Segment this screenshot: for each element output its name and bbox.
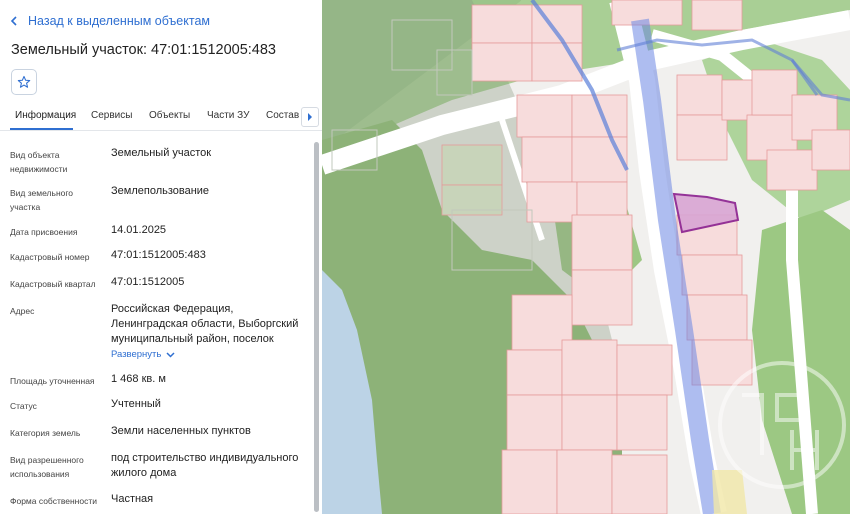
detail-value: 1 468 кв. м — [111, 373, 166, 385]
back-link-label: Назад к выделенным объектам — [28, 14, 210, 28]
map-canvas[interactable] — [322, 0, 850, 514]
chevron-down-icon — [166, 351, 175, 358]
expand-label: Развернуть — [111, 349, 162, 360]
scrollbar-thumb[interactable] — [314, 142, 319, 512]
detail-label: Дата присвоения — [10, 227, 78, 237]
detail-label: Кадастровый квартал — [10, 279, 96, 289]
detail-value: 14.01.2025 — [111, 224, 167, 236]
active-tab-indicator — [10, 128, 73, 130]
tab-composition[interactable]: Состав — [266, 110, 299, 121]
detail-label: Форма собственности — [10, 496, 97, 506]
map-view[interactable] — [322, 0, 850, 514]
chevron-right-icon — [308, 113, 312, 121]
detail-label: Вид земельного участка — [10, 188, 74, 212]
tab-objects[interactable]: Объекты — [149, 110, 190, 121]
detail-value: Земельный участок — [111, 147, 212, 159]
favorite-button[interactable] — [11, 69, 37, 95]
detail-value: 47:01:1512005:483 — [111, 249, 206, 261]
detail-value: 47:01:1512005 — [111, 276, 185, 288]
detail-label: Площадь уточненная — [10, 376, 95, 386]
detail-label: Категория земель — [10, 428, 81, 438]
star-icon — [17, 75, 31, 88]
address-value: Российская Федерация, Ленинградская обла… — [111, 303, 299, 345]
tabs-scroll-right-button[interactable] — [301, 107, 319, 127]
detail-label: Адрес — [10, 306, 35, 316]
tab-info[interactable]: Информация — [15, 110, 76, 121]
detail-value: Частная — [111, 493, 154, 505]
back-link[interactable]: Назад к выделенным объектам — [10, 14, 210, 28]
detail-label: Вид разрешенного использования — [10, 455, 84, 479]
detail-value: Землепользование — [111, 185, 210, 197]
tab-bar: Информация Сервисы Объекты Части ЗУ Сост… — [0, 104, 322, 131]
page-title: Земельный участок: 47:01:1512005:483 — [11, 42, 276, 58]
tab-parts[interactable]: Части ЗУ — [207, 110, 249, 121]
detail-value: под строительство индивидуального жилого… — [111, 452, 299, 479]
info-panel: Назад к выделенным объектам Земельный уч… — [0, 0, 322, 514]
detail-label: Статус — [10, 401, 37, 411]
chevron-left-icon — [10, 16, 17, 26]
expand-address-button[interactable]: Развернуть — [111, 349, 175, 360]
detail-label: Кадастровый номер — [10, 252, 90, 262]
detail-value: Учтенный — [111, 398, 161, 410]
tab-services[interactable]: Сервисы — [91, 110, 132, 121]
detail-label: Вид объекта недвижимости — [10, 150, 68, 174]
detail-value: Земли населенных пунктов — [111, 425, 251, 437]
